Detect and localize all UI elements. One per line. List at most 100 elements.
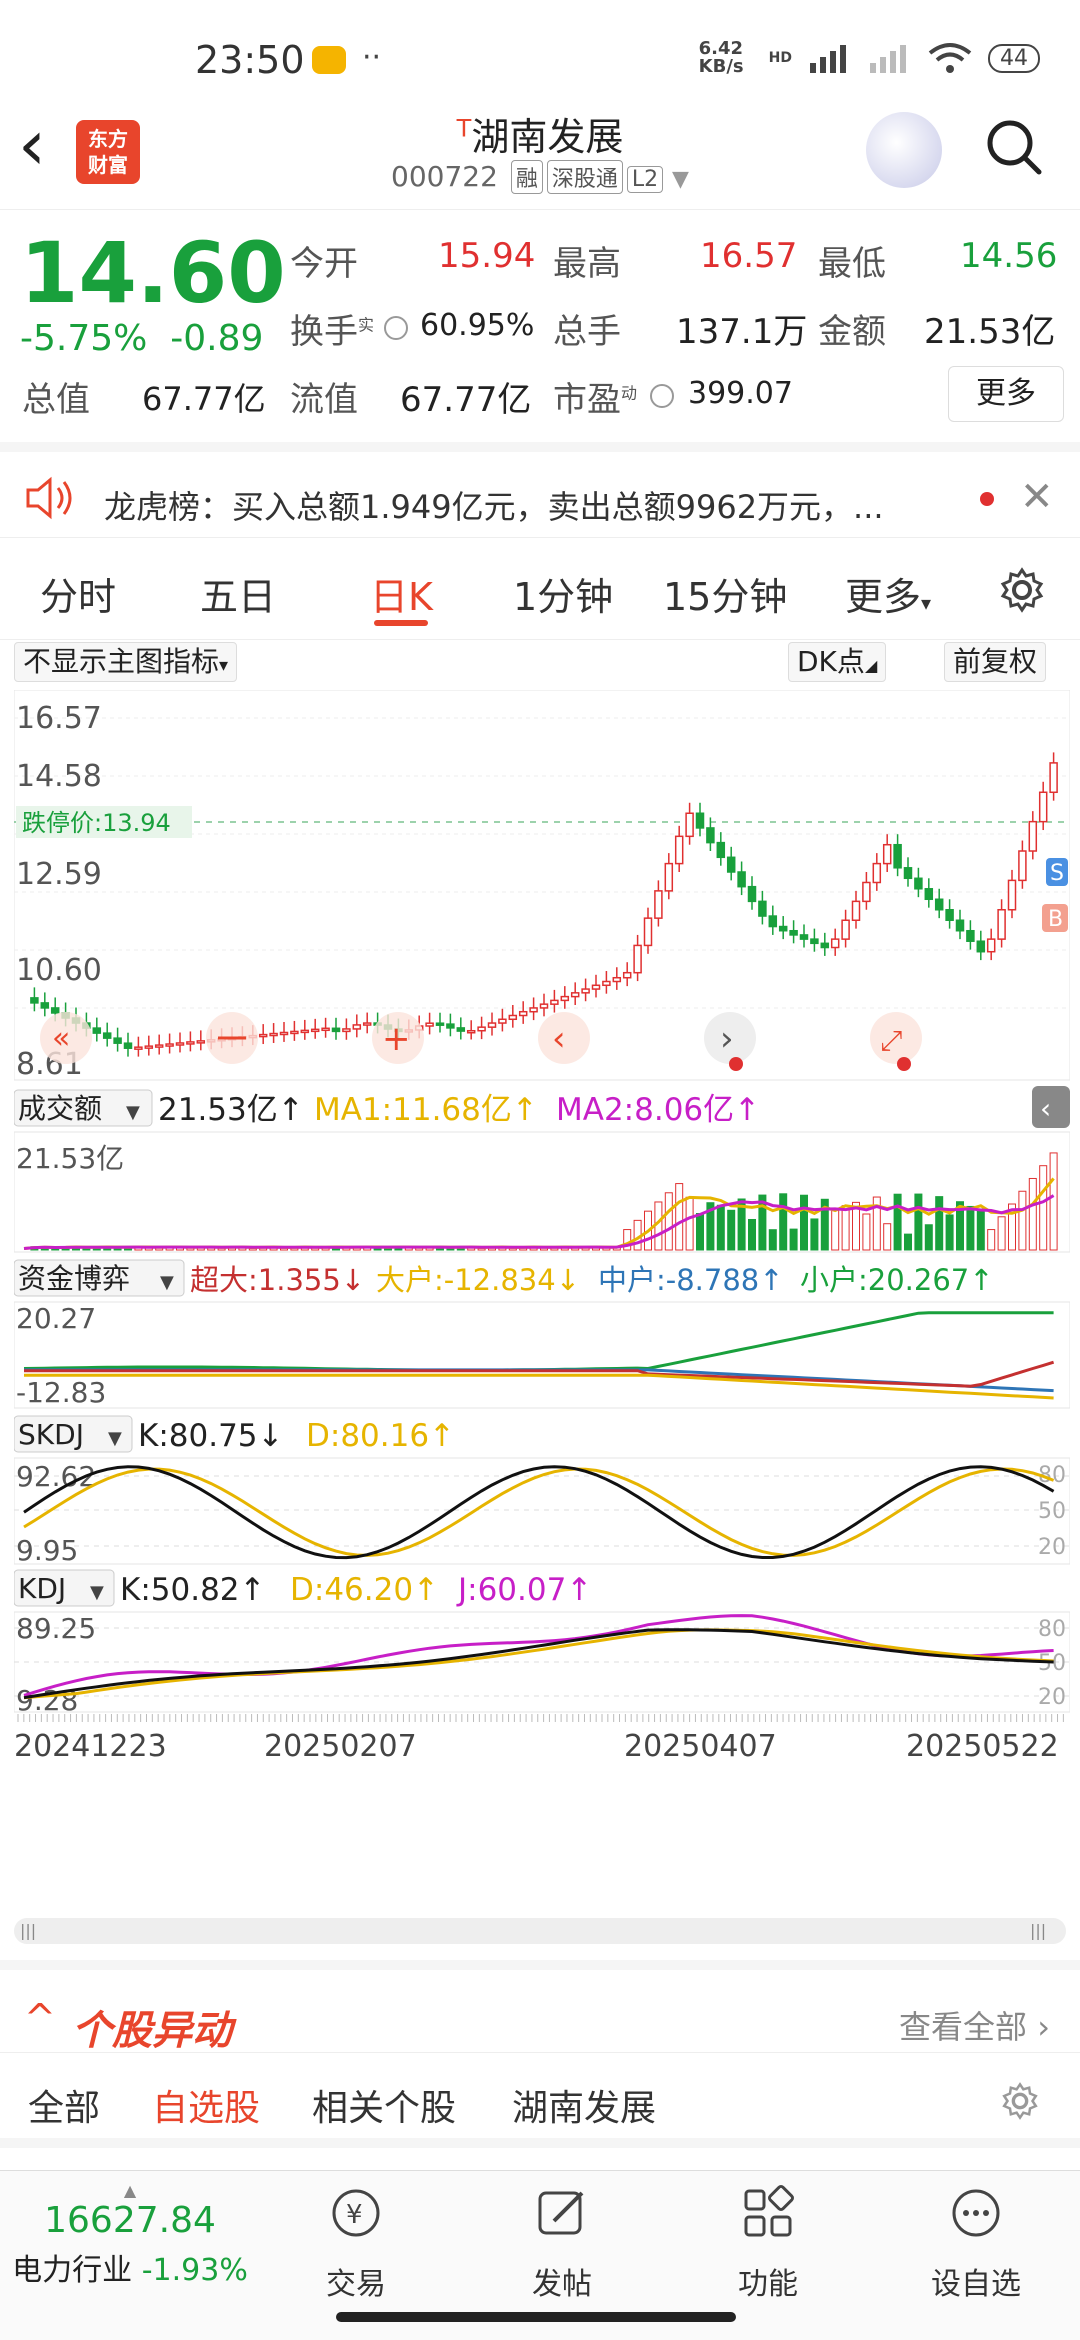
volume-bar (997, 1216, 1006, 1251)
volume-bar (675, 1183, 684, 1251)
candle (529, 1007, 538, 1013)
notice-bar[interactable]: 龙虎榜：买入总额1.949亿元，卖出总额9962万元，... ✕ (0, 442, 1080, 538)
adjust-select[interactable]: 前复权 (944, 642, 1047, 682)
chart-scroller[interactable]: ||| ||| (14, 1918, 1066, 1944)
notification-icon (312, 46, 346, 74)
assistant-avatar[interactable] (866, 112, 942, 188)
volume-bar (800, 1194, 808, 1251)
change-abs: -0.89 (170, 318, 264, 359)
volume-bar (841, 1205, 850, 1251)
status-time: 23:50 (195, 38, 305, 82)
tab-more[interactable]: 更多▾ (845, 566, 931, 621)
candle (914, 877, 923, 890)
candle (903, 867, 913, 880)
volume-bar (1039, 1165, 1048, 1251)
view-all-link[interactable]: 查看全部 › (899, 2002, 1050, 2048)
close-icon[interactable]: ✕ (1020, 474, 1054, 520)
limit-down-label: 跌停价:13.94 (22, 809, 171, 837)
candle (196, 1040, 206, 1044)
subtab-all[interactable]: 全部 (28, 2079, 100, 2131)
volume-ma1: MA1:11.68亿↑ (314, 1092, 538, 1128)
change-line: -5.75% -0.89 (20, 318, 263, 359)
volume-bar (935, 1196, 944, 1251)
kdj-k-line (23, 1628, 1054, 1700)
tab-daily-k[interactable]: 日K (370, 566, 433, 621)
kdj-panel-frame (14, 1611, 1070, 1713)
nav-add-watchlist[interactable]: 设自选 (906, 2185, 1046, 2303)
volume-bar (914, 1193, 923, 1251)
volume-bar (779, 1193, 788, 1251)
more-button[interactable]: 更多 (948, 366, 1064, 422)
network-speed: 6.42 KB/s (698, 38, 744, 77)
volume-ma2: MA2:8.06亿↑ (556, 1092, 760, 1128)
subtab-stock[interactable]: 湖南发展 (512, 2079, 656, 2131)
tab-intraday[interactable]: 分时 (40, 566, 116, 621)
gear-icon[interactable] (998, 566, 1046, 614)
tab-15min[interactable]: 15分钟 (663, 566, 787, 621)
skdj-label: SKDJ (18, 1418, 84, 1451)
dk-label: DK点 (797, 645, 865, 678)
chevron-up-icon[interactable]: ^ (24, 1996, 56, 2040)
red-dot-2 (897, 1057, 911, 1071)
candle (279, 1031, 289, 1036)
candle (986, 938, 996, 953)
volume-bars (30, 1152, 1058, 1251)
grid-icon (744, 2185, 794, 2237)
tab-five-day[interactable]: 五日 (200, 566, 276, 621)
candle (820, 942, 830, 949)
nav-trade[interactable]: ¥ 交易 (286, 2185, 426, 2303)
turnover-label-text: 换手 (290, 312, 358, 352)
kdj-d: D:46.20↑ (290, 1572, 439, 1608)
candle (1028, 820, 1038, 852)
active-tab-underline (374, 620, 428, 626)
left-handle[interactable]: ||| (20, 1921, 50, 1941)
settings-icon[interactable] (1000, 2081, 1040, 2121)
volume-value: 21.53亿↑ (158, 1092, 304, 1128)
t-icon: T (456, 114, 472, 143)
candle (945, 909, 954, 921)
candle (758, 900, 767, 917)
svg-text:¥: ¥ (346, 2200, 363, 2230)
candle (498, 1018, 507, 1024)
candle (955, 919, 965, 932)
pe-label-text: 市盈 (553, 380, 621, 420)
volume-label: 总手 (553, 312, 621, 352)
industry-index[interactable]: ▲ 16627.84 电力行业 -1.93% (0, 2181, 260, 2289)
candle (1038, 791, 1048, 823)
home-indicator[interactable] (336, 2312, 736, 2322)
fund-header: 资金博弈 ▼ 超大:1.355↓ 大户:-12.834↓ 中户:-8.788↑ … (14, 1259, 994, 1297)
nav-functions[interactable]: 功能 (698, 2185, 838, 2303)
turnover-sup: 实 (358, 315, 375, 335)
dk-point-select[interactable]: DK点◢ (788, 642, 887, 682)
right-handle[interactable]: ||| (1030, 1921, 1060, 1941)
caret-down-icon: ▼ (160, 1272, 174, 1293)
caret-up-icon: ▲ (123, 2181, 137, 2200)
candle (321, 1027, 330, 1032)
candle (560, 995, 570, 1002)
index-value: 16627.84 (44, 2200, 216, 2241)
volume-label: 成交额 (18, 1092, 102, 1125)
corner-icon: ◢ (864, 656, 878, 675)
nav-post[interactable]: 发帖 (492, 2185, 632, 2303)
candle (924, 888, 934, 901)
subtab-watchlist[interactable]: 自选股 (152, 2079, 260, 2131)
volume-bar (810, 1218, 819, 1251)
candle (716, 841, 726, 859)
main-indicator-select[interactable]: 不显示主图指标▾ (14, 642, 238, 682)
candle (591, 984, 601, 990)
search-icon[interactable] (985, 118, 1043, 176)
movement-tabs: 全部 自选股 相关个股 湖南发展 (0, 2052, 1080, 2148)
candle (50, 1007, 60, 1014)
date-label-2: 20250207 (264, 1729, 417, 1764)
nav-post-label: 发帖 (532, 2267, 592, 2302)
subtab-related[interactable]: 相关个股 (312, 2079, 456, 2131)
tab-1min[interactable]: 1分钟 (513, 566, 613, 621)
kline-chart[interactable]: 16.57 14.58 12.59 10.60 8.61 跌停价:13.94 «… (14, 690, 1070, 1870)
fund-big-line (24, 1373, 1054, 1400)
index-name: 电力行业 (12, 2253, 133, 2288)
candle (570, 992, 580, 998)
double-left-icon: « (52, 1021, 70, 1056)
y-label-3: 12.59 (16, 857, 102, 892)
candle (976, 940, 986, 953)
candle (664, 862, 674, 892)
